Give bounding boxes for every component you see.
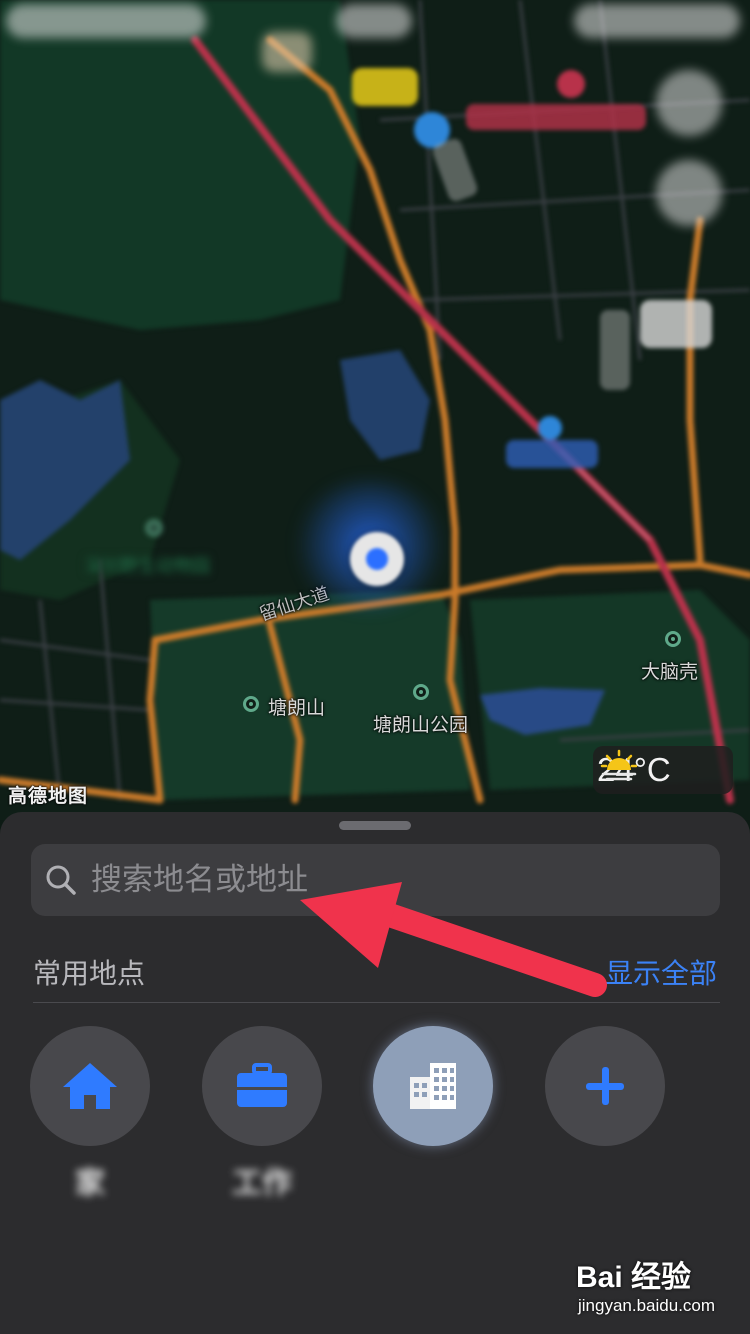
status-bar-time [336,4,412,38]
favorites-section-title: 常用地点 [33,958,146,989]
search-bar[interactable] [31,844,720,916]
status-bar-left [6,4,206,38]
map-poi-zoo: 深圳野生动物园 [84,556,210,576]
sunrise-icon [600,749,638,781]
current-location-icon[interactable] [350,532,404,586]
search-icon [46,865,76,895]
watermark-url: jingyan.baidu.com [578,1296,716,1315]
briefcase-icon [237,1063,287,1107]
show-all-link[interactable]: 显示全部 [605,952,717,992]
weather-widget[interactable]: 24°C [593,746,733,794]
favorite-building-button[interactable] [373,1026,493,1146]
map-badge [262,32,312,72]
map-poi-danaoke[interactable]: 大脑壳 [641,657,698,684]
divider [33,1002,720,1003]
watermark-main: Bai 经验 [576,1261,692,1294]
plus-icon [586,1067,624,1105]
map-poi-tanglangshan[interactable]: 塘朗山 [268,693,325,720]
sheet-grabber[interactable] [339,821,411,830]
home-icon [63,1063,117,1109]
favorite-add-button[interactable] [545,1026,665,1146]
building-icon [410,1063,456,1109]
park-icon [413,684,429,700]
map-settings-button[interactable] [656,70,722,136]
status-bar-right [574,4,740,38]
locate-button[interactable] [656,160,722,226]
poi-icon-tanglang [243,696,259,712]
map-poi-park[interactable]: 塘朗山公园 [373,710,468,737]
search-input[interactable] [89,861,693,899]
poi-icon-danao [665,631,681,647]
favorite-work-button[interactable] [202,1026,322,1146]
favorite-work-label: 工作 [232,1167,292,1200]
poi-icon [146,520,162,536]
map-canvas [0,0,750,804]
map-view[interactable]: 深圳野生动物园 留仙大道 塘朗山 塘朗山公园 大脑壳 高德地图 24°C [0,0,750,820]
map-brand-logo: 高德地图 [8,786,89,807]
watermark: Bai 经验 jingyan.baidu.com [576,1252,750,1322]
favorite-home-label: 家 [75,1167,105,1200]
favorite-home-button[interactable] [30,1026,150,1146]
